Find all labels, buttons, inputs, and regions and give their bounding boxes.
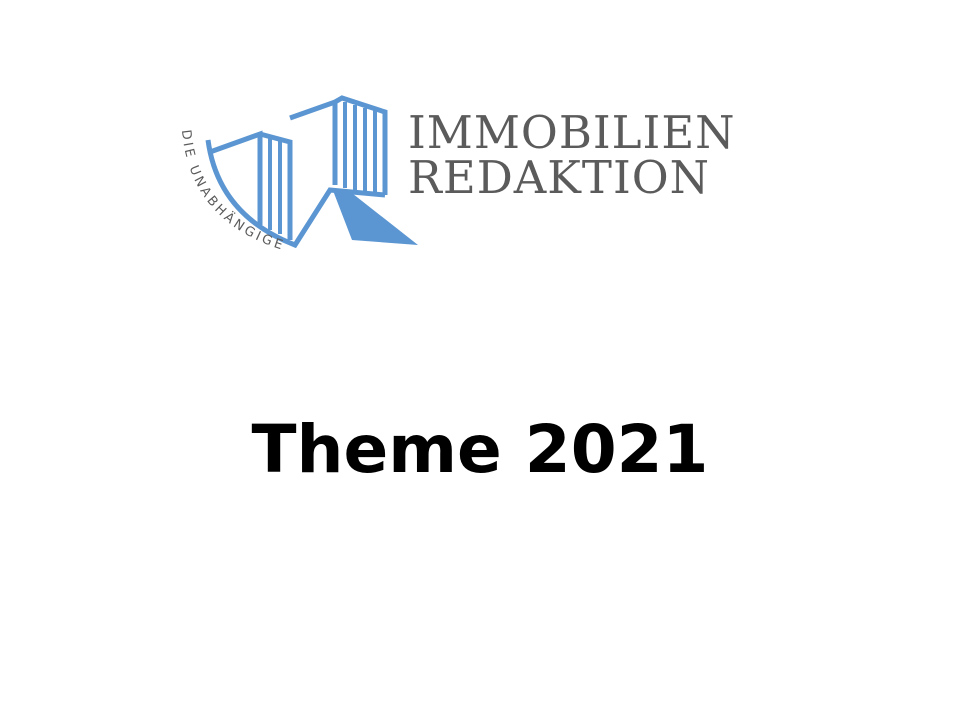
page-title: Theme 2021 [251,411,709,488]
page: DIE UNABHÄNGIGE IMMOBILIEN REDAKTION The… [0,0,960,720]
brand-logo: DIE UNABHÄNGIGE IMMOBILIEN REDAKTION [170,90,770,280]
logo-wordmark: IMMOBILIEN REDAKTION [408,110,736,200]
logo-name-line-2: REDAKTION [408,151,710,204]
logo-name-line-1: IMMOBILIEN [408,106,736,159]
